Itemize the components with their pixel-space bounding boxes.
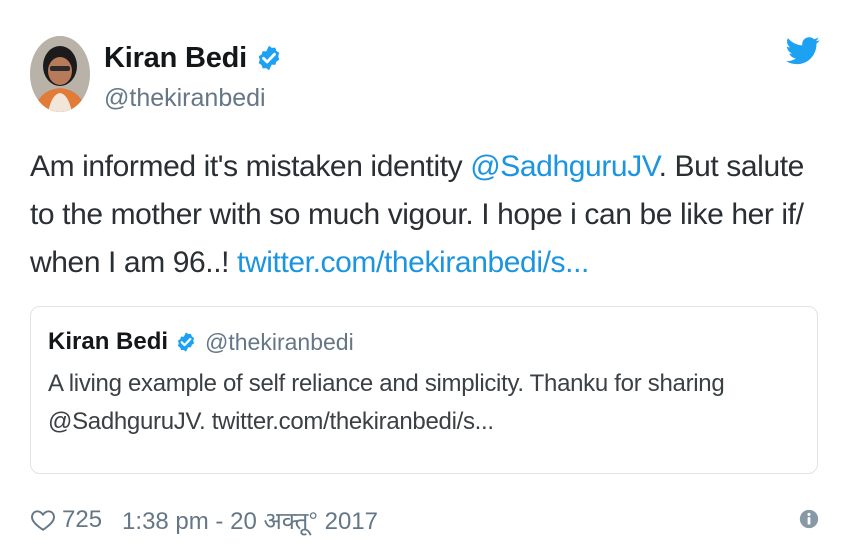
embedded-tweet: Kiran Bedi @thekiranbedi Am informed it'… xyxy=(0,0,850,550)
quoted-tweet-text: A living example of self reliance and si… xyxy=(48,370,725,435)
author-name[interactable]: Kiran Bedi xyxy=(104,42,247,75)
twitter-bird-icon[interactable] xyxy=(786,36,820,66)
verified-badge-icon xyxy=(258,45,280,71)
tweet-text: Am informed it's mistaken identity @Sadh… xyxy=(30,143,825,287)
author-handle[interactable]: @thekiranbedi xyxy=(104,84,283,113)
author-name-row: Kiran Bedi xyxy=(104,38,283,78)
tweet-author: Kiran Bedi @thekiranbedi xyxy=(104,38,283,113)
mention-link[interactable]: @SadhguruJV xyxy=(470,150,659,183)
info-icon[interactable] xyxy=(798,508,820,530)
quoted-tweet[interactable]: Kiran Bedi @thekiranbedi A living exampl… xyxy=(30,306,818,474)
tweet-footer: 725 1:38 pm - 20 अक्तू° 2017 xyxy=(30,500,820,540)
avatar[interactable] xyxy=(30,36,90,112)
like-count[interactable]: 725 xyxy=(62,506,102,534)
quoted-verified-badge-icon xyxy=(177,332,195,352)
tweet-timestamp[interactable]: 1:38 pm - 20 अक्तू° 2017 xyxy=(122,504,378,537)
quoted-author-handle: @thekiranbedi xyxy=(205,328,354,355)
tweet-url-link[interactable]: twitter.com/thekiranbedi/s... xyxy=(237,246,589,279)
quoted-tweet-header: Kiran Bedi @thekiranbedi xyxy=(48,325,799,359)
quoted-author-name: Kiran Bedi xyxy=(48,328,169,355)
heart-icon[interactable] xyxy=(30,507,56,533)
tweet-text-part1: Am informed it's mistaken identity xyxy=(30,150,471,183)
avatar-image xyxy=(30,36,90,112)
